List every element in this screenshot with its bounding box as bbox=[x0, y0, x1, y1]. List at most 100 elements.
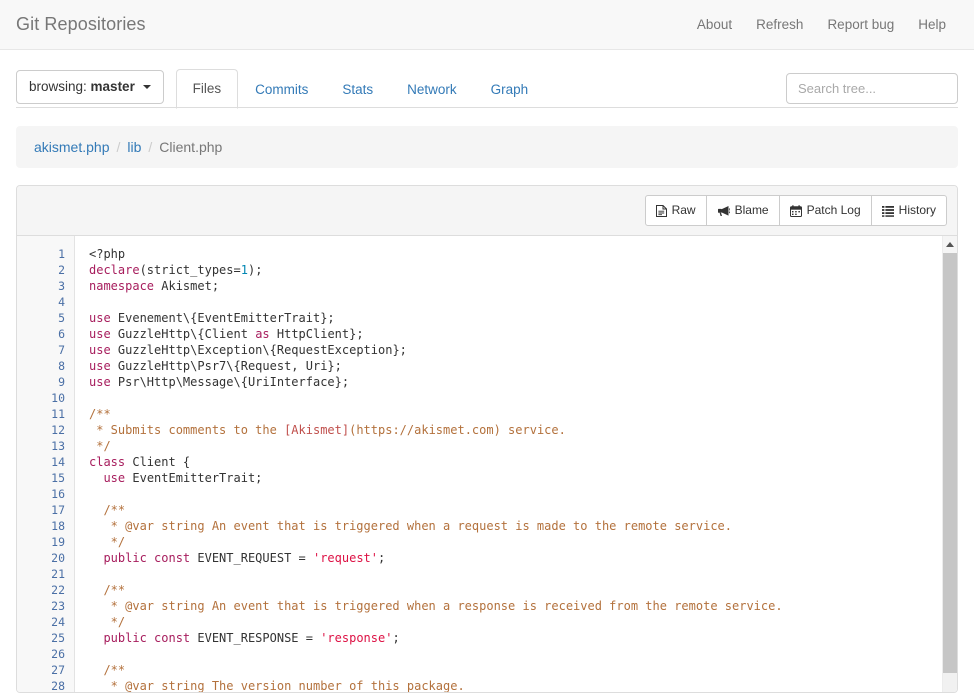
code-line: /** bbox=[89, 582, 957, 598]
scrollbar-thumb[interactable] bbox=[943, 253, 957, 673]
line-number: 23 bbox=[17, 598, 74, 614]
code-line: */ bbox=[89, 438, 957, 454]
top-navbar: Git Repositories About Refresh Report bu… bbox=[0, 0, 974, 50]
search-input[interactable] bbox=[786, 73, 958, 104]
code-line: * Submits comments to the [Akismet](http… bbox=[89, 422, 957, 438]
code-token: ); bbox=[248, 263, 262, 277]
search-tree-container bbox=[786, 73, 958, 104]
code-token: /** bbox=[89, 407, 111, 421]
code-line: use GuzzleHttp\{Client as HttpClient}; bbox=[89, 326, 957, 342]
line-number: 16 bbox=[17, 486, 74, 502]
code-token: */ bbox=[89, 439, 111, 453]
code-token: * Submits comments to the bbox=[89, 423, 284, 437]
code-line: * @var string An event that is triggered… bbox=[89, 518, 957, 534]
raw-button-label: Raw bbox=[672, 202, 696, 219]
code-token: (https://akismet.com) service. bbox=[349, 423, 566, 437]
line-number: 28 bbox=[17, 678, 74, 692]
nav-link-refresh[interactable]: Refresh bbox=[744, 17, 815, 32]
code-token: use bbox=[89, 311, 111, 325]
code-line: namespace Akismet; bbox=[89, 278, 957, 294]
code-view: 1234567891011121314151617181920212223242… bbox=[17, 236, 957, 692]
code-token: (strict_types= bbox=[140, 263, 241, 277]
code-line: * @var string The version number of this… bbox=[89, 678, 957, 692]
patch-log-button-label: Patch Log bbox=[807, 202, 861, 219]
tab-graph[interactable]: Graph bbox=[474, 70, 546, 109]
chevron-down-icon bbox=[143, 85, 151, 89]
line-number: 20 bbox=[17, 550, 74, 566]
code-token: /** bbox=[89, 663, 125, 677]
line-number: 27 bbox=[17, 662, 74, 678]
breadcrumb-item-dir[interactable]: lib bbox=[127, 139, 141, 155]
code-token: EVENT_RESPONSE = bbox=[190, 631, 320, 645]
code-token: * @var string The version number of this… bbox=[89, 679, 465, 692]
code-token: /** bbox=[89, 503, 125, 517]
code-token: Akismet; bbox=[154, 279, 219, 293]
line-number: 18 bbox=[17, 518, 74, 534]
code-line: use GuzzleHttp\Psr7\{Request, Uri}; bbox=[89, 358, 957, 374]
line-number: 11 bbox=[17, 406, 74, 422]
code-line: <?php bbox=[89, 246, 957, 262]
navbar-links: About Refresh Report bug Help bbox=[685, 17, 958, 32]
code-line: use Psr\Http\Message\{UriInterface}; bbox=[89, 374, 957, 390]
line-number: 4 bbox=[17, 294, 74, 310]
code-token: GuzzleHttp\Psr7\{Request, Uri}; bbox=[111, 359, 342, 373]
list-icon bbox=[882, 205, 894, 217]
patch-log-button[interactable]: Patch Log bbox=[779, 195, 872, 226]
code-line bbox=[89, 486, 957, 502]
code-line: */ bbox=[89, 534, 957, 550]
code-token: [Akismet] bbox=[284, 423, 349, 437]
code-token: */ bbox=[89, 615, 125, 629]
code-token: * @var string An event that is triggered… bbox=[89, 519, 732, 533]
chevron-up-icon bbox=[946, 242, 954, 247]
scrollbar-up-button[interactable] bbox=[943, 236, 957, 253]
code-token: EVENT_REQUEST = bbox=[190, 551, 313, 565]
code-token: EventEmitterTrait; bbox=[125, 471, 262, 485]
code-token: public const bbox=[103, 551, 190, 565]
line-number: 25 bbox=[17, 630, 74, 646]
code-token: ; bbox=[378, 551, 385, 565]
code-token: namespace bbox=[89, 279, 154, 293]
code-line: /** bbox=[89, 662, 957, 678]
code-token: public const bbox=[103, 631, 190, 645]
line-number: 10 bbox=[17, 390, 74, 406]
tab-files[interactable]: Files bbox=[176, 69, 239, 109]
code-line: declare(strict_types=1); bbox=[89, 262, 957, 278]
code-token bbox=[89, 551, 103, 565]
line-number-gutter: 1234567891011121314151617181920212223242… bbox=[17, 236, 75, 692]
line-number: 21 bbox=[17, 566, 74, 582]
code-line bbox=[89, 390, 957, 406]
nav-link-about[interactable]: About bbox=[685, 17, 744, 32]
code-token: Psr\Http\Message\{UriInterface}; bbox=[111, 375, 349, 389]
page-content: akismet.php / lib / Client.php Raw bbox=[0, 126, 974, 693]
code-token: Client { bbox=[125, 455, 190, 469]
nav-link-help[interactable]: Help bbox=[906, 17, 958, 32]
blame-button[interactable]: Blame bbox=[706, 195, 780, 226]
branch-prefix-label: browsing: bbox=[29, 79, 87, 94]
code-line bbox=[89, 646, 957, 662]
breadcrumb-item-repo[interactable]: akismet.php bbox=[34, 139, 109, 155]
line-number: 14 bbox=[17, 454, 74, 470]
line-number: 5 bbox=[17, 310, 74, 326]
code-token: /** bbox=[89, 583, 125, 597]
nav-link-report-bug[interactable]: Report bug bbox=[815, 17, 906, 32]
line-number: 6 bbox=[17, 326, 74, 342]
history-button[interactable]: History bbox=[871, 195, 947, 226]
line-number: 15 bbox=[17, 470, 74, 486]
code-token: <?php bbox=[89, 247, 125, 261]
tab-stats[interactable]: Stats bbox=[325, 70, 390, 109]
code-line: /** bbox=[89, 502, 957, 518]
line-number: 9 bbox=[17, 374, 74, 390]
code-content[interactable]: <?phpdeclare(strict_types=1);namespace A… bbox=[75, 236, 957, 692]
code-token: 'request' bbox=[313, 551, 378, 565]
vertical-scrollbar[interactable] bbox=[942, 236, 957, 692]
tab-network[interactable]: Network bbox=[390, 70, 474, 109]
file-icon bbox=[656, 205, 667, 217]
code-token: * @var string An event that is triggered… bbox=[89, 599, 783, 613]
file-actions-toolbar: Raw Blame bbox=[17, 186, 957, 236]
code-line: public const EVENT_RESPONSE = 'response'… bbox=[89, 630, 957, 646]
raw-button[interactable]: Raw bbox=[645, 195, 707, 226]
code-line: use GuzzleHttp\Exception\{RequestExcepti… bbox=[89, 342, 957, 358]
breadcrumb: akismet.php / lib / Client.php bbox=[16, 126, 958, 168]
tab-commits[interactable]: Commits bbox=[238, 70, 325, 109]
branch-selector-button[interactable]: browsing: master bbox=[16, 70, 164, 104]
